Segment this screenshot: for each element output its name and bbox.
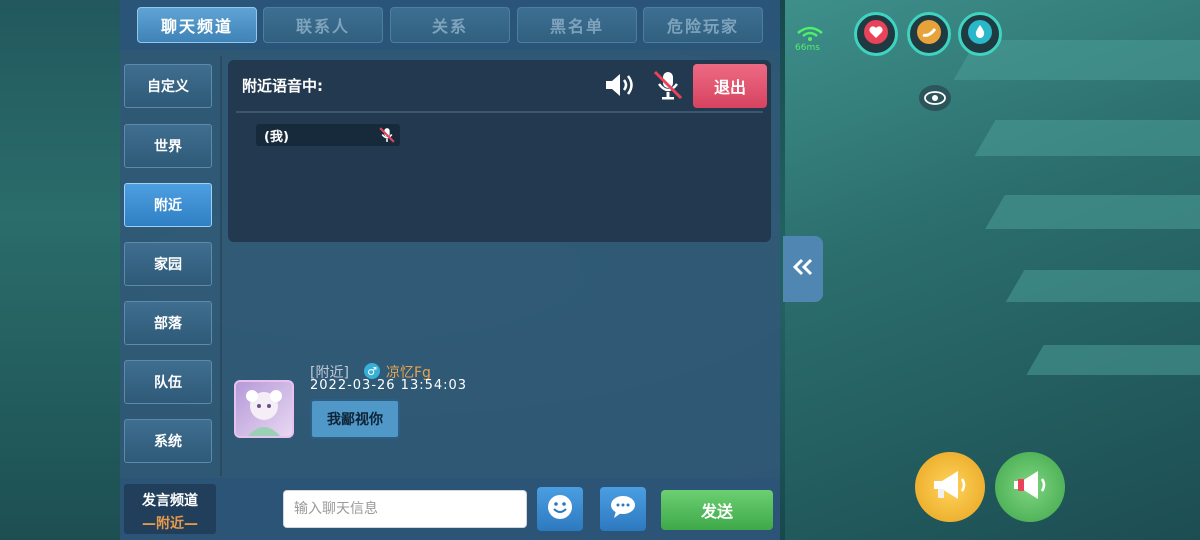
say-channel-selector[interactable]: 发言频道 —附近— [124,484,216,534]
stamina-icon [916,20,942,48]
sidebar-item-nearby[interactable]: 附近 [124,183,212,227]
chat-bubble-button[interactable] [600,487,646,531]
sidebar-item-tribe[interactable]: 部落 [124,301,212,345]
chat-panel: 聊天频道 联系人 关系 黑名单 危险玩家 自定义 世界 附近 家园 部落 队伍 … [120,0,780,540]
voice-title: 附近语音中: [242,77,323,95]
megaphone-gold-icon [928,465,972,509]
game-scene-left [0,0,122,540]
tab-chat-channel[interactable]: 聊天频道 [137,7,257,43]
eye-icon[interactable] [919,85,951,111]
tab-blacklist[interactable]: 黑名单 [517,7,637,43]
world-horn-button[interactable] [915,452,985,522]
male-icon: ♂ [364,363,380,379]
sidebar-item-team[interactable]: 队伍 [124,360,212,404]
divider [236,111,763,113]
send-button[interactable]: 发送 [661,490,773,530]
smiley-icon [545,492,575,526]
exit-voice-button[interactable]: 退出 [693,64,767,108]
say-channel-label: 发言频道 [142,493,198,509]
nearby-horn-button[interactable] [995,452,1065,522]
say-channel-value: —附近— [142,516,198,532]
megaphone-red-icon [1008,465,1052,509]
ping-value: 66ms [795,43,820,53]
emoji-button[interactable] [537,487,583,531]
health-stat [854,12,898,56]
collapse-panel-button[interactable] [783,236,823,302]
sidebar-item-system[interactable]: 系统 [124,419,212,463]
heart-icon [863,20,889,48]
water-stat [958,12,1002,56]
avatar[interactable] [234,380,294,438]
member-mic-muted-icon [378,126,396,148]
speech-bubble-icon [608,493,638,525]
tab-contacts[interactable]: 联系人 [263,7,383,43]
tab-dangerous-players[interactable]: 危险玩家 [643,7,763,43]
message-text: 我鄙视你 [327,412,383,428]
sidebar-item-world[interactable]: 世界 [124,124,212,168]
voice-chat-box: 附近语音中: 退出 (我) [228,60,771,242]
sidebar-item-custom[interactable]: 自定义 [124,64,212,108]
sidebar-item-home[interactable]: 家园 [124,242,212,286]
message-timestamp: 2022-03-26 13:54:03 [310,378,468,393]
chat-input-bar: 发言频道 —附近— 输入聊天信息 发送 [120,478,780,540]
water-icon [967,20,993,48]
voice-member-label: (我) [264,129,289,145]
tab-bar: 聊天频道 联系人 关系 黑名单 危险玩家 [120,0,780,50]
channel-sidebar: 自定义 世界 附近 家园 部落 队伍 系统 [120,56,222,476]
game-scene-right [785,0,1200,540]
speaker-icon[interactable] [603,70,637,104]
mic-muted-icon[interactable] [651,68,685,106]
stamina-stat [907,12,951,56]
message-bubble[interactable]: 我鄙视你 [310,399,400,439]
double-chevron-left-icon [791,258,815,280]
chat-input[interactable] [283,490,527,528]
tab-relations[interactable]: 关系 [390,7,510,43]
